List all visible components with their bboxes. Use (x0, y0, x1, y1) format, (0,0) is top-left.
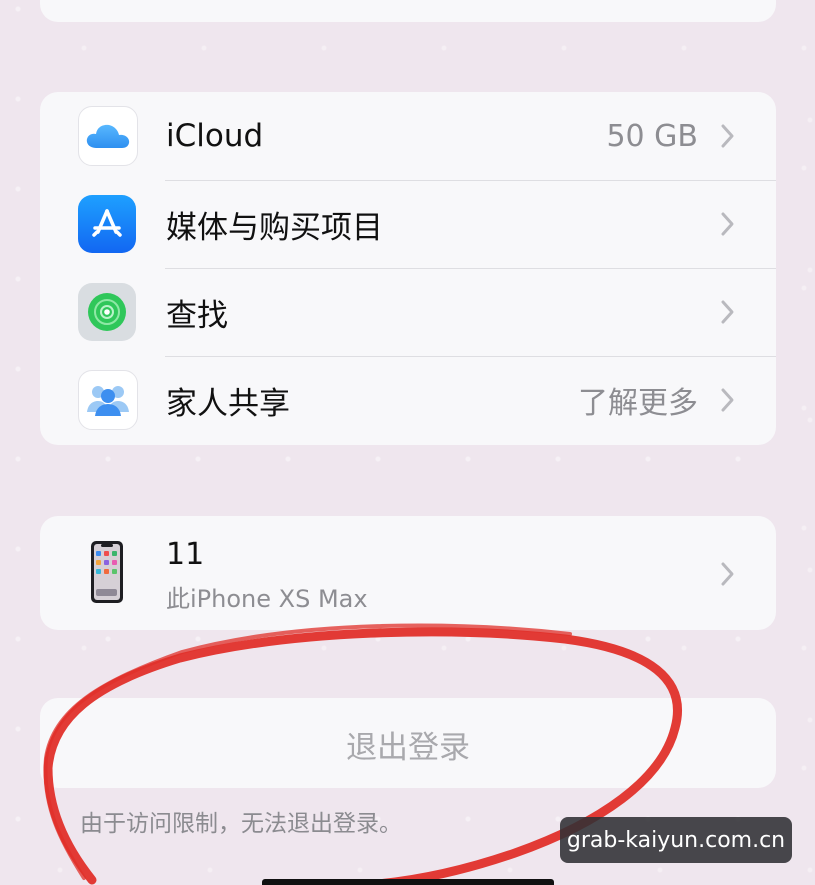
home-indicator (262, 879, 554, 885)
icloud-label: iCloud (166, 118, 264, 154)
sign-out-button[interactable]: 退出登录 (40, 698, 776, 788)
chevron-right-icon (721, 562, 734, 586)
media-purchases-row[interactable]: 媒体与购买项目 (40, 180, 776, 268)
media-purchases-label: 媒体与购买项目 (166, 209, 383, 246)
watermark: grab-kaiyun.com.cn (560, 817, 792, 863)
device-row[interactable]: 11 此iPhone XS Max (40, 516, 776, 630)
find-my-row[interactable]: 查找 (40, 268, 776, 356)
account-services-list: iCloud 50 GB 媒体与购买项目 查找 家人共享 了解更多 (40, 92, 776, 445)
device-name: 11 (166, 537, 205, 572)
icloud-row[interactable]: iCloud 50 GB (40, 92, 776, 180)
find-my-label: 查找 (166, 297, 228, 334)
find-my-icon (78, 283, 136, 341)
family-sharing-row[interactable]: 家人共享 了解更多 (40, 356, 776, 444)
icloud-storage-value: 50 GB (606, 118, 698, 154)
iphone-icon (91, 541, 123, 603)
chevron-right-icon (721, 300, 734, 324)
family-sharing-label: 家人共享 (166, 385, 290, 422)
top-card-edge (40, 0, 776, 22)
chevron-right-icon (721, 388, 734, 412)
family-sharing-learn-more: 了解更多 (578, 386, 698, 421)
chevron-right-icon (721, 212, 734, 236)
sign-out-restriction-note: 由于访问限制，无法退出登录。 (80, 811, 402, 837)
chevron-right-icon (721, 124, 734, 148)
sign-out-label: 退出登录 (346, 730, 470, 766)
app-store-icon (78, 195, 136, 253)
family-sharing-icon (78, 370, 138, 430)
icloud-icon (78, 106, 138, 166)
device-model: 此iPhone XS Max (166, 585, 368, 613)
